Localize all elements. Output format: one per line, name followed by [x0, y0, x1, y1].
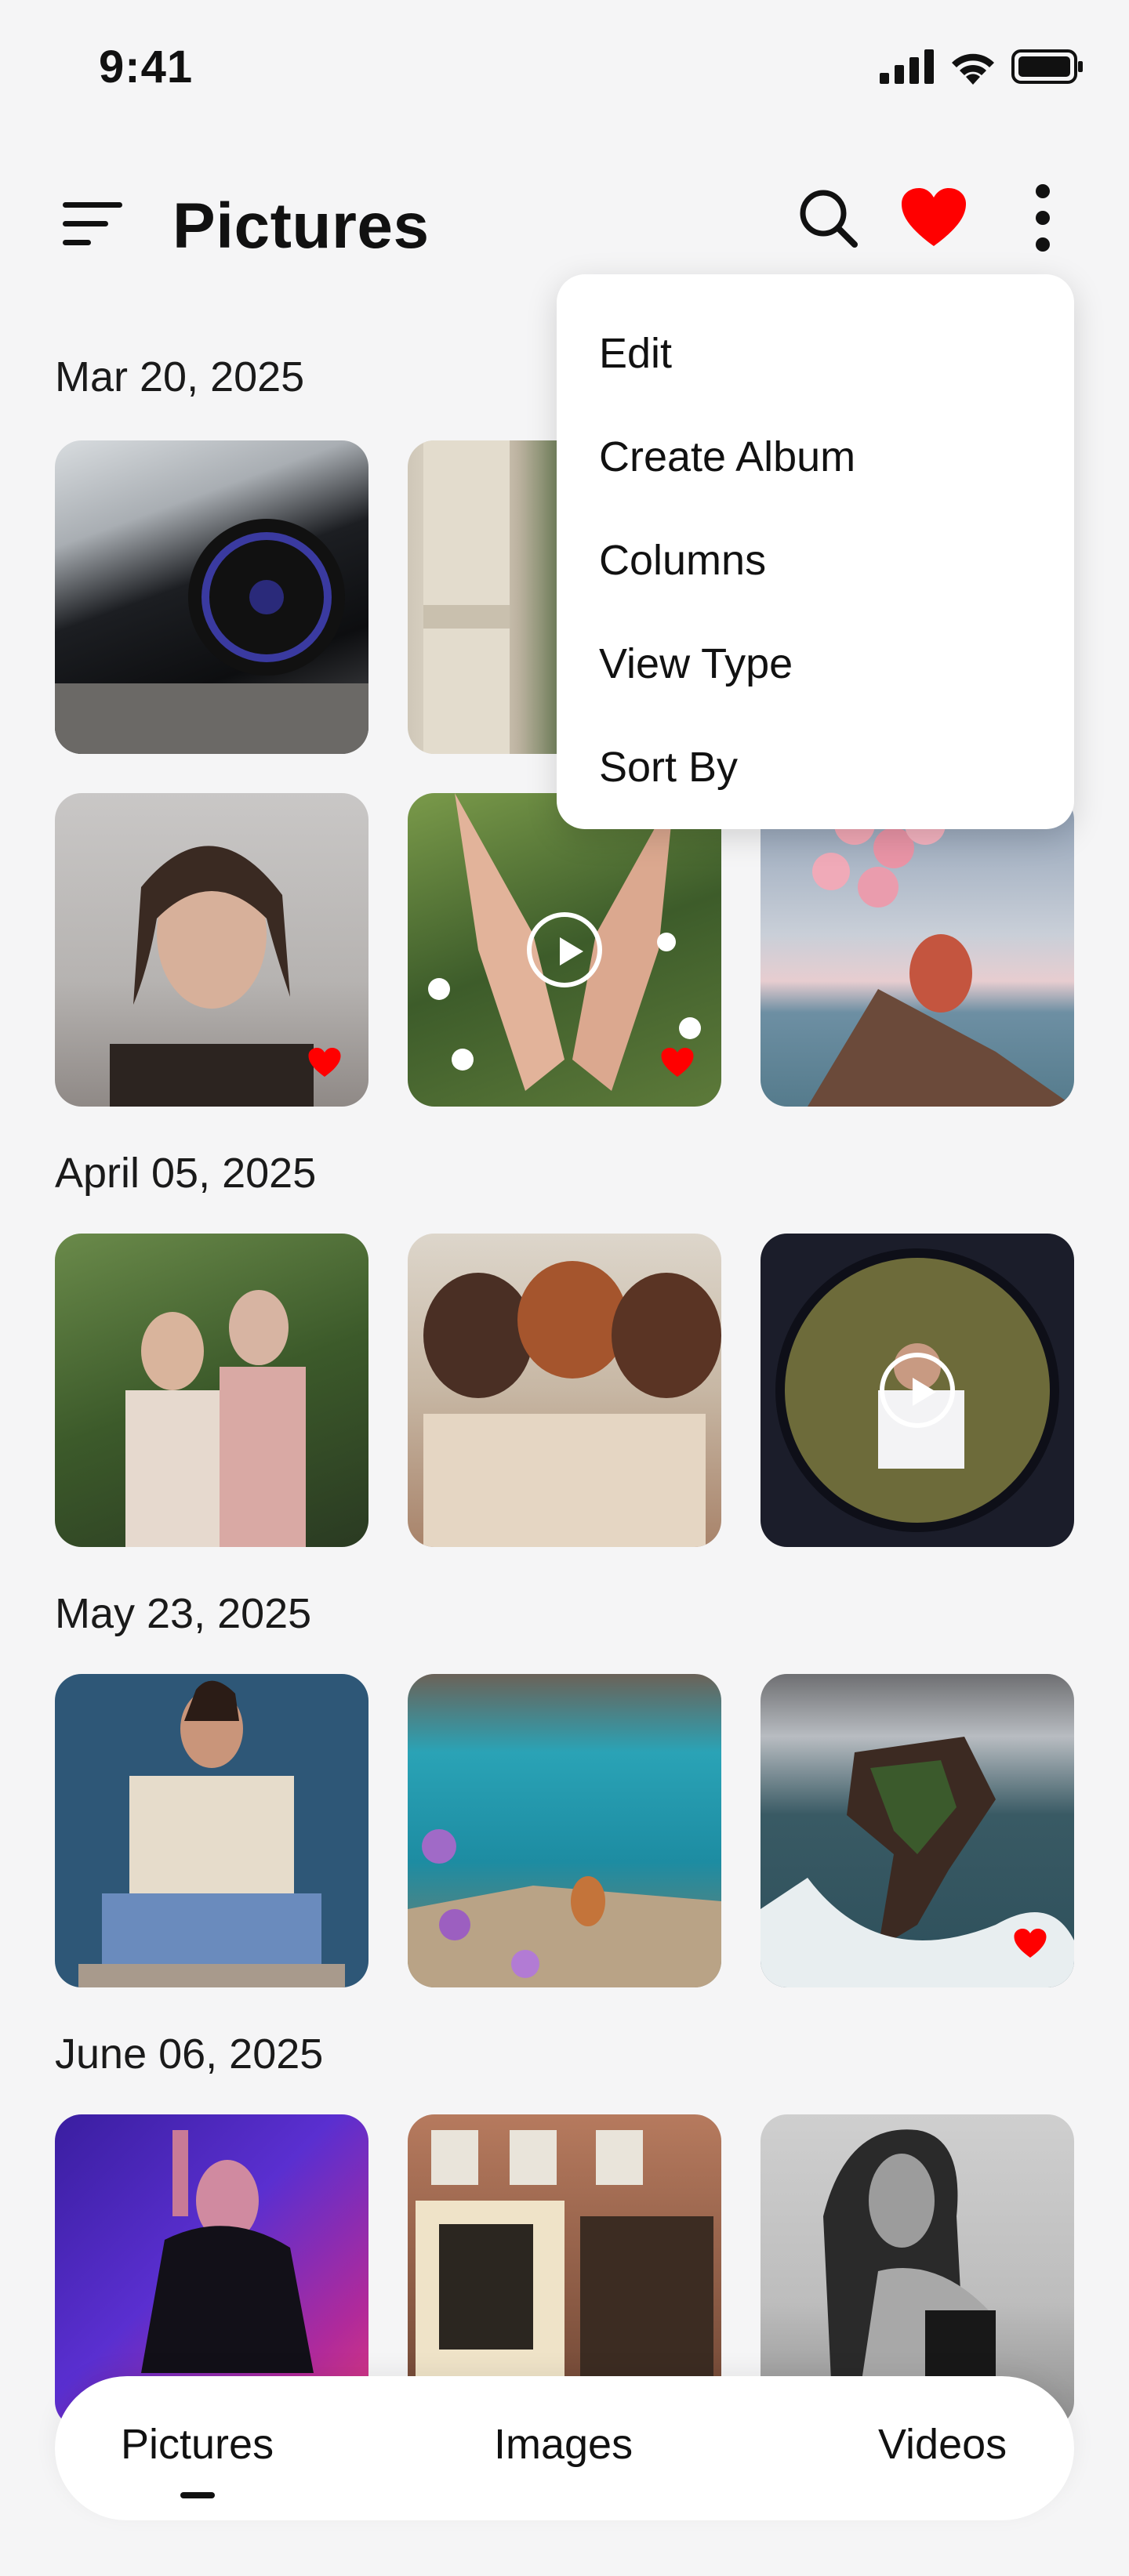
section-date: Mar 20, 2025 — [55, 353, 305, 400]
menu-icon[interactable] — [61, 196, 125, 251]
play-icon — [880, 1353, 955, 1428]
photo-thumbnail[interactable] — [55, 793, 368, 1107]
more-options-icon[interactable] — [1019, 180, 1066, 255]
favorites-heart-icon[interactable] — [900, 187, 967, 249]
menu-item-columns[interactable]: Columns — [599, 536, 766, 585]
bottom-navigation: Pictures Images Videos — [55, 2376, 1074, 2520]
photo-thumbnail[interactable] — [761, 1674, 1074, 1987]
tab-pictures[interactable]: Pictures — [121, 2420, 274, 2469]
photo-thumbnail[interactable] — [55, 1674, 368, 1987]
section-date: May 23, 2025 — [55, 1590, 312, 1637]
tab-videos[interactable]: Videos — [878, 2420, 1007, 2469]
battery-icon — [1011, 49, 1083, 84]
wifi-icon — [952, 53, 994, 85]
status-time: 9:41 — [99, 42, 194, 92]
section-date: June 06, 2025 — [55, 2031, 324, 2078]
favorite-heart-icon — [308, 1048, 341, 1077]
photo-thumbnail[interactable] — [761, 1234, 1074, 1547]
menu-item-edit[interactable]: Edit — [599, 329, 672, 378]
status-icons — [880, 49, 1084, 85]
status-bar: 9:41 — [0, 0, 1129, 141]
menu-item-create-album[interactable]: Create Album — [599, 433, 855, 481]
photo-thumbnail[interactable] — [761, 793, 1074, 1107]
page-title: Pictures — [172, 190, 430, 262]
search-icon[interactable] — [797, 187, 859, 249]
section-date: April 05, 2025 — [55, 1150, 317, 1197]
tab-images[interactable]: Images — [494, 2420, 633, 2469]
play-icon — [527, 912, 602, 987]
menu-item-view-type[interactable]: View Type — [599, 639, 793, 688]
photo-thumbnail[interactable] — [55, 1234, 368, 1547]
menu-item-sort-by[interactable]: Sort By — [599, 743, 738, 792]
photo-thumbnail[interactable] — [408, 1674, 721, 1987]
photo-thumbnail[interactable] — [408, 793, 721, 1107]
photo-thumbnail[interactable] — [55, 440, 368, 754]
signal-icon — [880, 49, 934, 84]
options-menu: Edit Create Album Columns View Type Sort… — [557, 274, 1074, 829]
active-tab-indicator — [180, 2492, 215, 2498]
favorite-heart-icon — [661, 1048, 694, 1077]
photo-thumbnail[interactable] — [408, 1234, 721, 1547]
favorite-heart-icon — [1014, 1929, 1047, 1958]
